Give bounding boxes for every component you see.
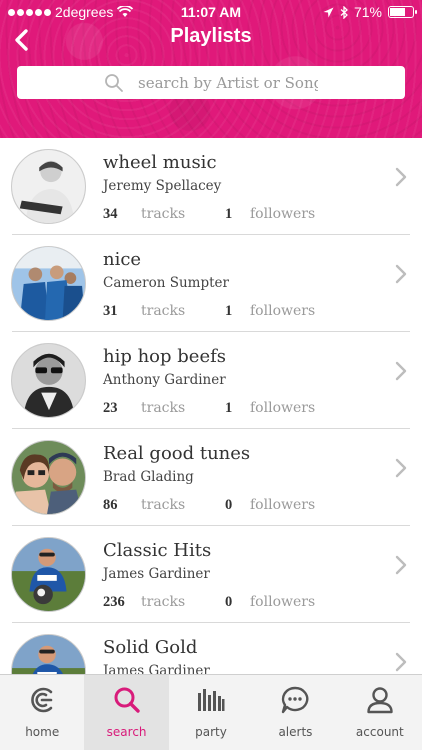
playlist-list: wheel music Jeremy Spellacey 34 tracks 1… xyxy=(0,138,422,674)
tab-home-label: home xyxy=(25,725,60,739)
track-count: 34 xyxy=(103,206,118,222)
chevron-right-icon[interactable] xyxy=(394,167,408,187)
tab-search-label: search xyxy=(106,725,147,739)
playlist-owner: Anthony Gardiner xyxy=(103,372,226,388)
page-title: Playlists xyxy=(170,25,252,47)
tab-party-label: party xyxy=(195,725,227,739)
track-count: 86 xyxy=(103,497,118,513)
search-icon xyxy=(105,73,123,92)
follower-count: 1 xyxy=(225,303,233,319)
owner-avatar xyxy=(11,537,86,612)
tab-alerts-label: alerts xyxy=(278,725,313,739)
followers-label: followers xyxy=(250,497,316,513)
chevron-right-icon[interactable] xyxy=(394,361,408,381)
tab-alerts[interactable]: alerts xyxy=(253,675,337,750)
owner-avatar xyxy=(11,246,86,321)
playlist-row[interactable]: nice Cameron Sumpter 31 tracks 1 followe… xyxy=(0,235,422,332)
follower-count: 1 xyxy=(225,206,233,222)
tab-search[interactable]: search xyxy=(84,675,169,750)
chevron-right-icon[interactable] xyxy=(394,458,408,478)
playlist-owner: James Gardiner xyxy=(103,663,210,674)
tab-party[interactable]: party xyxy=(169,675,253,750)
follower-count: 1 xyxy=(225,400,233,416)
party-icon xyxy=(198,689,225,711)
track-count: 23 xyxy=(103,400,118,416)
status-bar: 2degrees 11:07 AM 71% xyxy=(0,0,422,24)
playlist-title: hip hop beefs xyxy=(103,346,226,367)
followers-label: followers xyxy=(250,594,316,610)
playlist-row[interactable]: Classic Hits James Gardiner 236 tracks 0… xyxy=(0,526,422,623)
playlist-title: wheel music xyxy=(103,152,217,173)
playlist-title: nice xyxy=(103,249,142,270)
owner-avatar xyxy=(11,440,86,515)
playlist-row[interactable]: Solid Gold James Gardiner xyxy=(0,623,422,674)
tab-home[interactable]: home xyxy=(0,675,84,750)
playlist-title: Real good tunes xyxy=(103,443,251,464)
location-arrow-icon xyxy=(323,7,334,17)
playlist-title: Solid Gold xyxy=(103,637,198,658)
followers-label: followers xyxy=(250,206,316,222)
search-bar[interactable] xyxy=(17,66,405,99)
tab-bar: home search party alerts account xyxy=(0,674,422,750)
owner-avatar xyxy=(11,343,86,418)
playlist-owner: Jeremy Spellacey xyxy=(103,178,222,194)
owner-avatar xyxy=(11,149,86,224)
playlist-owner: Brad Glading xyxy=(103,469,194,485)
playlist-row[interactable]: wheel music Jeremy Spellacey 34 tracks 1… xyxy=(0,138,422,235)
tracks-label: tracks xyxy=(141,400,186,416)
tracks-label: tracks xyxy=(141,497,186,513)
chevron-right-icon[interactable] xyxy=(394,264,408,284)
followers-label: followers xyxy=(250,400,316,416)
battery-icon xyxy=(388,6,417,18)
track-count: 236 xyxy=(103,594,125,610)
search-input[interactable] xyxy=(138,68,318,97)
playlist-owner: James Gardiner xyxy=(103,566,210,582)
chevron-right-icon[interactable] xyxy=(394,555,408,575)
follower-count: 0 xyxy=(225,497,233,513)
status-right: 71% xyxy=(323,4,417,20)
chevron-right-icon[interactable] xyxy=(394,652,408,672)
alerts-icon xyxy=(282,686,309,714)
tab-account[interactable]: account xyxy=(338,675,422,750)
playlist-row[interactable]: hip hop beefs Anthony Gardiner 23 tracks… xyxy=(0,332,422,429)
owner-avatar xyxy=(11,634,86,674)
playlist-owner: Cameron Sumpter xyxy=(103,275,229,291)
track-count: 31 xyxy=(103,303,118,319)
followers-label: followers xyxy=(250,303,316,319)
header: 2degrees 11:07 AM 71% Playlists xyxy=(0,0,422,138)
playlist-row[interactable]: Real good tunes Brad Glading 86 tracks 0… xyxy=(0,429,422,526)
bluetooth-icon xyxy=(340,5,348,19)
tracks-label: tracks xyxy=(141,206,186,222)
playlist-title: Classic Hits xyxy=(103,540,212,561)
search-icon xyxy=(114,687,140,713)
tab-account-label: account xyxy=(355,725,404,739)
tracks-label: tracks xyxy=(141,303,186,319)
account-icon xyxy=(367,687,393,714)
follower-count: 0 xyxy=(225,594,233,610)
tracks-label: tracks xyxy=(141,594,186,610)
home-icon xyxy=(31,687,53,713)
battery-percent: 71% xyxy=(353,4,382,20)
